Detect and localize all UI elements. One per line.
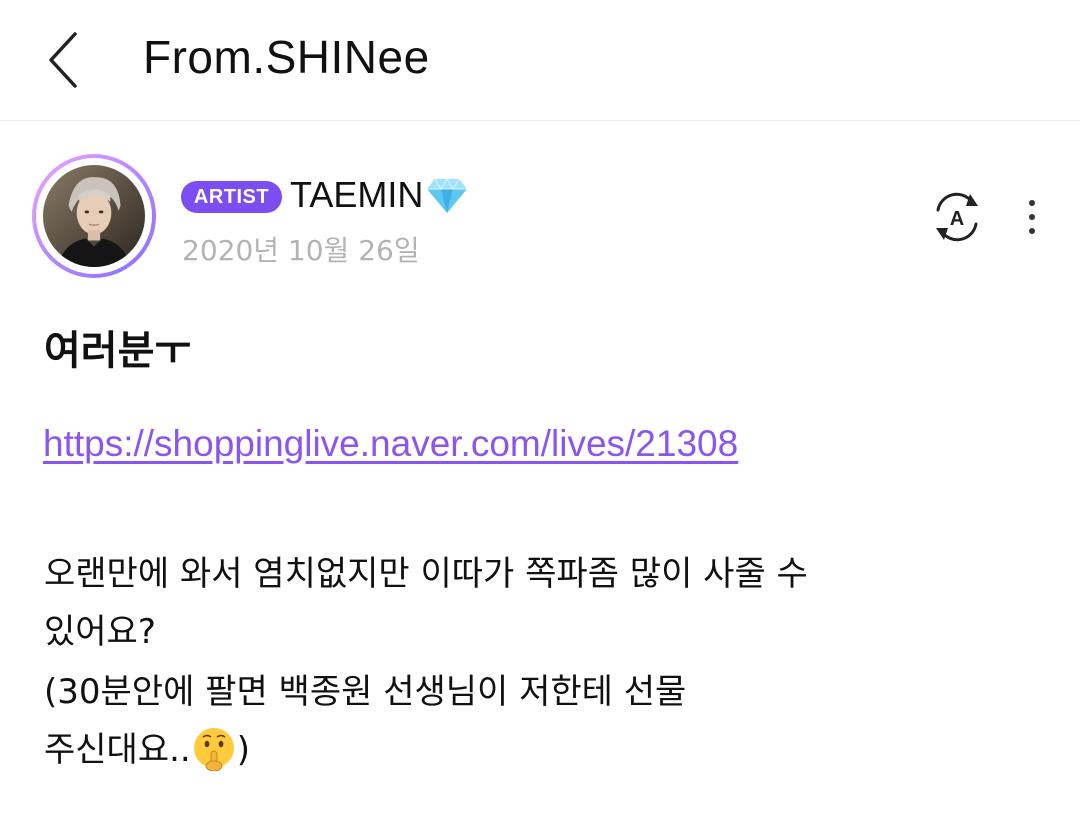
post-body-line-4-close: )	[236, 730, 251, 770]
post-body-line-1: 오랜만에 와서 염치없지만 이따가 쪽파좀 많이 사줄 수	[44, 554, 808, 594]
chevron-left-icon	[49, 32, 77, 88]
artist-badge: ARTIST	[181, 181, 282, 213]
avatar[interactable]	[32, 154, 156, 278]
translate-icon: A	[936, 192, 978, 242]
more-options-button[interactable]	[1012, 190, 1052, 244]
svg-text:A: A	[950, 208, 964, 230]
post-body-line-4-text: 주신대요..	[44, 730, 191, 770]
page-title: From.SHINee	[143, 31, 430, 83]
post-date: 2020년 10월 26일	[182, 234, 420, 267]
shushing-face-icon	[193, 728, 234, 771]
translate-button[interactable]: A	[924, 188, 990, 246]
author-name[interactable]: TAEMIN	[290, 174, 469, 216]
back-button[interactable]	[28, 22, 98, 98]
author-name-text: TAEMIN	[290, 174, 424, 215]
post-body-line-2: 있어요?	[44, 612, 156, 652]
post-title: 여러분ㅜ	[44, 328, 192, 374]
profile-photo	[43, 165, 145, 267]
post-body-line-4: 주신대요.. )	[44, 722, 250, 771]
top-bar: From.SHINee	[0, 0, 1080, 121]
diamond-icon	[427, 178, 468, 213]
post-body-line-3: (30분안에 팔면 백종원 선생님이 저한테 선물	[44, 672, 687, 712]
more-vertical-icon	[1029, 200, 1035, 206]
post-link[interactable]: https://shoppinglive.naver.com/lives/213…	[43, 423, 738, 465]
